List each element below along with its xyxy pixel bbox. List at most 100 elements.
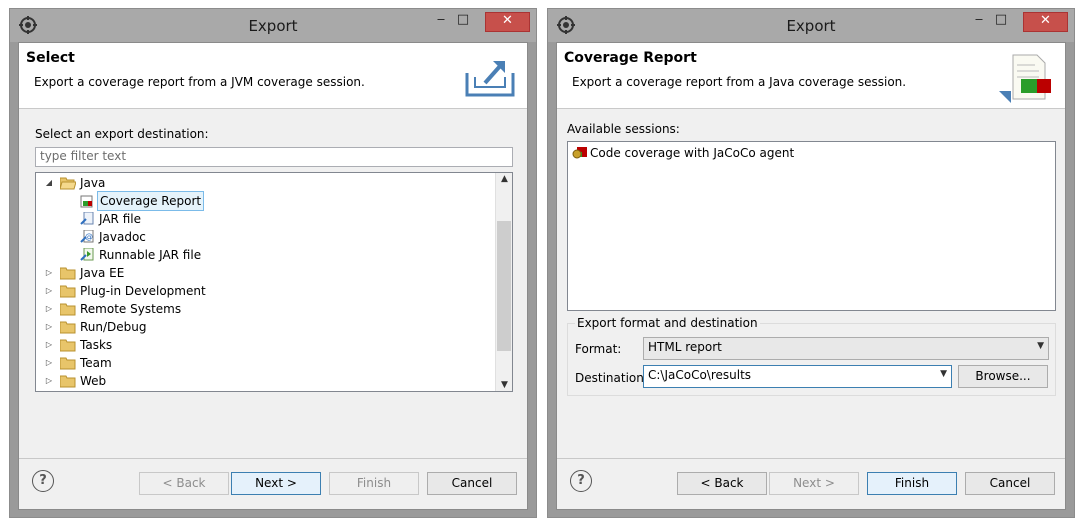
format-value: HTML report — [648, 340, 722, 354]
format-select[interactable]: HTML report ▼ — [643, 337, 1049, 360]
format-label: Format: — [575, 342, 622, 356]
tree-item-label: Runnable JAR file — [99, 248, 202, 262]
folder-icon — [60, 303, 76, 316]
expand-arrow-icon[interactable]: ▷ — [44, 300, 54, 318]
cancel-button[interactable]: Cancel — [427, 472, 517, 495]
expand-arrow-icon[interactable]: ▷ — [44, 336, 54, 354]
expand-arrow-icon[interactable]: ▷ — [44, 264, 54, 282]
tree-item-java[interactable]: ◢ Java — [36, 174, 496, 192]
tree-item-web[interactable]: ▷ Web — [36, 372, 496, 390]
coverage-report-wizard-icon — [999, 54, 1051, 103]
tree-item-jar-file[interactable]: JAR file — [36, 210, 496, 228]
tree-item-label: Plug-in Development — [80, 284, 206, 298]
maximize-button[interactable]: □ — [452, 12, 474, 32]
tree-item-javadoc[interactable]: @ Javadoc — [36, 228, 496, 246]
title-bar[interactable]: Export ‒ □ ✕ — [10, 9, 536, 42]
title-bar[interactable]: Export ‒ □ ✕ — [548, 9, 1074, 42]
group-label: Export format and destination — [575, 316, 760, 330]
scrollbar-thumb[interactable] — [497, 221, 511, 351]
sessions-list[interactable]: Code coverage with JaCoCo agent — [567, 141, 1056, 311]
browse-button[interactable]: Browse... — [958, 365, 1048, 388]
session-label: Code coverage with JaCoCo agent — [590, 146, 795, 160]
next-button[interactable]: Next > — [231, 472, 321, 495]
tree-item-tasks[interactable]: ▷ Tasks — [36, 336, 496, 354]
tree-item-label: JAR file — [99, 212, 141, 226]
tree-item-remote-systems[interactable]: ▷ Remote Systems — [36, 300, 496, 318]
destination-label: Select an export destination: — [35, 127, 209, 141]
help-icon[interactable]: ? — [32, 470, 54, 492]
session-icon — [572, 147, 587, 159]
scroll-up-icon[interactable]: ▲ — [496, 174, 513, 184]
close-button[interactable]: ✕ — [485, 12, 530, 32]
dialog-body: Select Export a coverage report from a J… — [18, 42, 528, 510]
list-item-session[interactable]: Code coverage with JaCoCo agent — [572, 144, 794, 162]
back-button[interactable]: < Back — [677, 472, 767, 495]
export-dialog-coverage-report: Export ‒ □ ✕ Coverage Report Export a co… — [547, 8, 1075, 518]
tree-item-coverage-report[interactable]: Coverage Report — [36, 191, 496, 211]
tree-item-label: Java EE — [80, 266, 125, 280]
javadoc-icon: @ — [80, 230, 94, 243]
cancel-button[interactable]: Cancel — [965, 472, 1055, 495]
export-format-group: Export format and destination Format: HT… — [567, 316, 1056, 396]
tree-item-label: Java — [80, 176, 106, 190]
scroll-down-icon[interactable]: ▼ — [496, 380, 513, 390]
wizard-banner: Select Export a coverage report from a J… — [19, 43, 527, 109]
chevron-down-icon: ▼ — [1037, 341, 1044, 351]
page-description: Export a coverage report from a Java cov… — [572, 75, 907, 89]
jar-file-icon — [80, 212, 94, 225]
svg-text:@: @ — [85, 232, 93, 241]
minimize-button[interactable]: ‒ — [430, 12, 452, 32]
button-bar-separator — [19, 458, 527, 459]
maximize-button[interactable]: □ — [990, 12, 1012, 32]
folder-open-icon — [60, 177, 76, 190]
tree-item-label: Coverage Report — [97, 191, 205, 211]
tree-item-runnable-jar[interactable]: Runnable JAR file — [36, 246, 496, 264]
destination-combo[interactable]: C:\JaCoCo\results ▼ — [643, 365, 952, 388]
folder-icon — [60, 375, 76, 388]
tree-item-label: Tasks — [80, 338, 113, 352]
export-dialog-select: Export ‒ □ ✕ Select Export a coverage re… — [9, 8, 537, 518]
back-button[interactable]: < Back — [139, 472, 229, 495]
expand-arrow-icon[interactable]: ▷ — [44, 354, 54, 372]
tree-item-run-debug[interactable]: ▷ Run/Debug — [36, 318, 496, 336]
page-title: Coverage Report — [564, 50, 697, 66]
tree-item-label: Remote Systems — [80, 302, 182, 316]
tree-item-label: Web — [80, 374, 107, 388]
export-wizard-icon — [465, 61, 515, 97]
finish-button[interactable]: Finish — [329, 472, 419, 495]
folder-icon — [60, 267, 76, 280]
tree-item-team[interactable]: ▷ Team — [36, 354, 496, 372]
folder-icon — [60, 321, 76, 334]
finish-button[interactable]: Finish — [867, 472, 957, 495]
help-icon[interactable]: ? — [570, 470, 592, 492]
filter-input[interactable]: type filter text — [35, 147, 513, 167]
runnable-jar-icon — [80, 248, 94, 261]
destination-tree[interactable]: ◢ Java Coverage Report JAR file @ Javado… — [35, 172, 513, 392]
expand-arrow-icon[interactable]: ▷ — [44, 318, 54, 336]
expand-arrow-icon[interactable]: ▷ — [44, 372, 54, 390]
wizard-banner: Coverage Report Export a coverage report… — [557, 43, 1065, 109]
folder-icon — [60, 357, 76, 370]
tree-scrollbar[interactable]: ▲ ▼ — [495, 173, 512, 391]
collapse-arrow-icon[interactable]: ◢ — [44, 174, 54, 192]
next-button[interactable]: Next > — [769, 472, 859, 495]
dialog-body: Coverage Report Export a coverage report… — [556, 42, 1066, 510]
sessions-label: Available sessions: — [567, 122, 680, 136]
page-description: Export a coverage report from a JVM cove… — [34, 75, 365, 89]
tree-item-plugin-development[interactable]: ▷ Plug-in Development — [36, 282, 496, 300]
tree-item-label: Javadoc — [99, 230, 146, 244]
destination-value: C:\JaCoCo\results — [648, 368, 752, 382]
folder-icon — [60, 285, 76, 298]
button-bar-separator — [557, 458, 1065, 459]
destination-label: Destination: — [575, 371, 648, 385]
tree-item-label: Run/Debug — [80, 320, 147, 334]
minimize-button[interactable]: ‒ — [968, 12, 990, 32]
chevron-down-icon: ▼ — [940, 369, 947, 379]
page-title: Select — [26, 50, 75, 66]
close-button[interactable]: ✕ — [1023, 12, 1068, 32]
coverage-report-icon — [80, 195, 93, 208]
expand-arrow-icon[interactable]: ▷ — [44, 282, 54, 300]
tree-item-label: Team — [80, 356, 112, 370]
tree-item-java-ee[interactable]: ▷ Java EE — [36, 264, 496, 282]
folder-icon — [60, 339, 76, 352]
